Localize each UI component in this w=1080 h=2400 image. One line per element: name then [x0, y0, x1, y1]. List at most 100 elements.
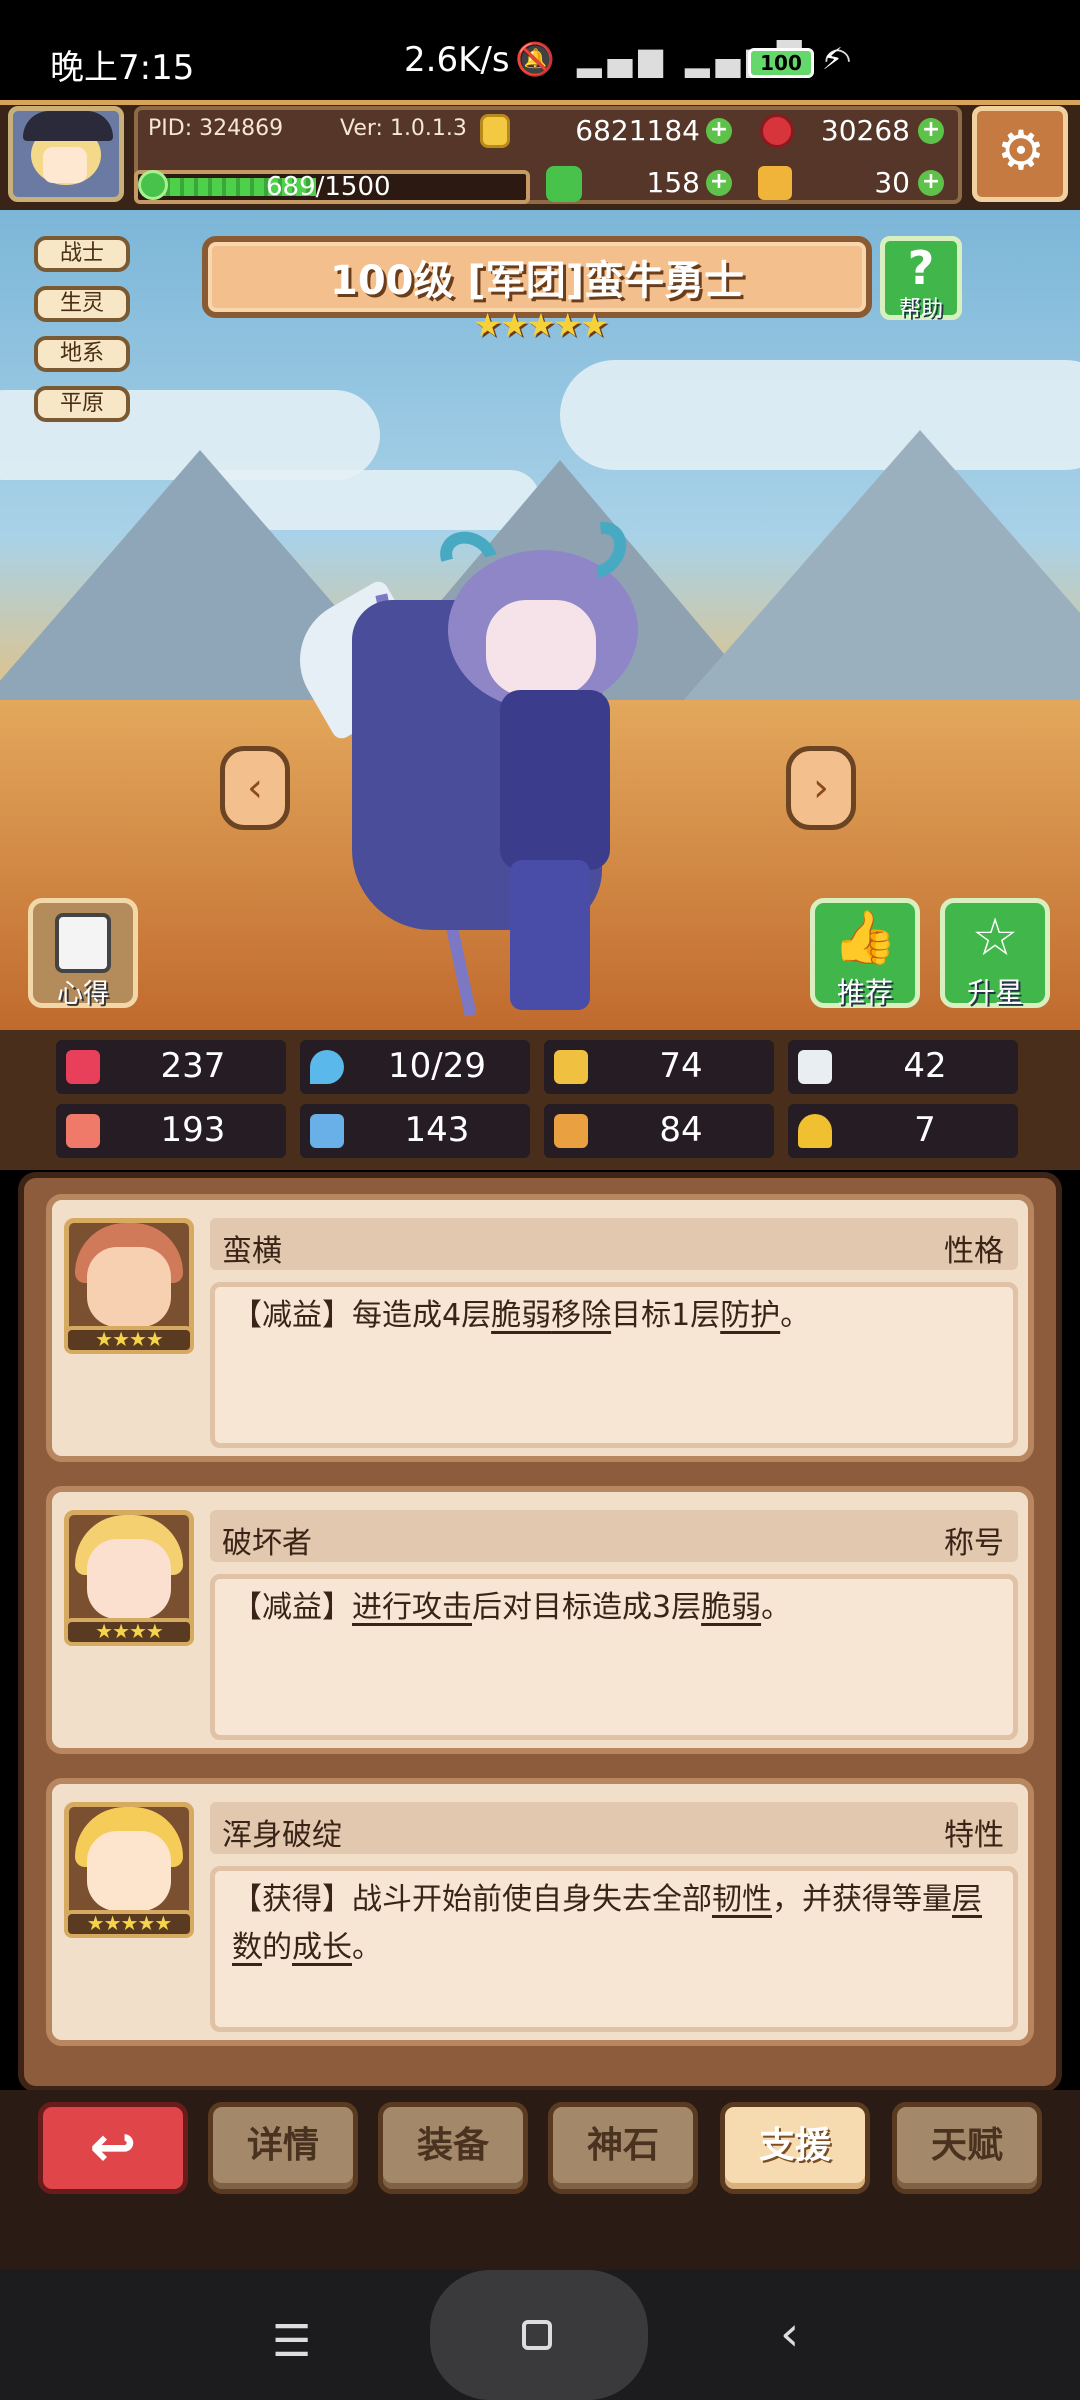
- battery-icon: 100: [748, 48, 814, 78]
- keyword-link[interactable]: 防护: [720, 1298, 780, 1333]
- charging-icon: ⚡: [822, 42, 844, 77]
- add-clover-button[interactable]: +: [706, 170, 732, 196]
- stat-value: 7: [914, 1110, 936, 1150]
- support-type: 称号: [944, 1526, 1004, 1561]
- stat-value: 237: [160, 1046, 226, 1086]
- add-gold-button[interactable]: +: [706, 118, 732, 144]
- support-stars: ★★★★★: [64, 1910, 194, 1938]
- gold-amount: 6821184: [575, 114, 700, 147]
- help-button[interactable]: ? 帮助: [880, 236, 962, 322]
- tab-details[interactable]: 详情: [208, 2102, 358, 2194]
- notebook-icon: [55, 913, 111, 973]
- gold-coin-icon: [480, 114, 510, 148]
- player-id: PID: 324869: [148, 116, 284, 141]
- keyword-link[interactable]: 成长: [292, 1930, 352, 1965]
- recommend-label: 推荐: [836, 976, 893, 1009]
- stat-value: 84: [659, 1110, 703, 1150]
- add-gems-button[interactable]: +: [918, 118, 944, 144]
- drop-icon: [310, 1050, 344, 1084]
- gem-amount: 30268: [820, 114, 910, 147]
- hero-face: [486, 600, 596, 696]
- tab-godstone[interactable]: 神石: [548, 2102, 698, 2194]
- tab-talent[interactable]: 天赋: [892, 2102, 1042, 2194]
- keyword-link[interactable]: 脆弱: [701, 1590, 761, 1625]
- stat-value: 74: [659, 1046, 703, 1086]
- tag-class: 战士: [34, 236, 130, 272]
- portrait-face: [87, 1247, 171, 1327]
- add-keys-button[interactable]: +: [918, 170, 944, 196]
- stat-value: 143: [404, 1110, 470, 1150]
- support-type: 性格: [944, 1234, 1004, 1269]
- wing-icon: [798, 1050, 832, 1084]
- experience-text: 689/1500: [266, 172, 391, 202]
- clover-amount: 158: [646, 166, 700, 199]
- book-icon: [310, 1114, 344, 1148]
- support-description: 【减益】每造成4层脆弱移除目标1层防护。: [232, 1298, 811, 1333]
- ruby-gem-icon: [760, 114, 794, 148]
- avatar-face: [43, 147, 87, 183]
- horseshoe-icon: [798, 1114, 832, 1148]
- settings-button[interactable]: ⚙: [972, 106, 1068, 202]
- thumbs-up-icon: 👍: [832, 908, 898, 968]
- portrait-face: [87, 1539, 171, 1619]
- notes-label: 心得: [56, 979, 109, 1009]
- stat-value: 10/29: [388, 1046, 486, 1086]
- chevron-right-icon: ›: [813, 765, 829, 811]
- status-time: 晚上7:15: [50, 48, 195, 88]
- keyword-link[interactable]: 脆弱: [491, 1298, 551, 1333]
- help-label: 帮助: [898, 297, 943, 322]
- player-avatar[interactable]: [8, 106, 124, 202]
- stat-luck: 7: [788, 1104, 1018, 1158]
- keyword-link[interactable]: 进行攻击: [352, 1590, 472, 1625]
- key-icon: [758, 166, 792, 200]
- stat-mana: 10/29: [300, 1040, 530, 1094]
- support-description: 【获得】战斗开始前使自身失去全部韧性，并获得等量层数的成长。: [232, 1882, 982, 1965]
- keyword-link[interactable]: 移除: [551, 1298, 611, 1333]
- boot-icon: [554, 1114, 588, 1148]
- avatar-hat: [23, 111, 113, 141]
- shield-icon: [554, 1050, 588, 1084]
- star-icon: ☆: [971, 908, 1019, 968]
- support-name: 破坏者: [222, 1526, 312, 1561]
- key-amount: 30: [874, 166, 910, 199]
- stat-value: 193: [160, 1110, 226, 1150]
- support-stars: ★★★★: [64, 1326, 194, 1354]
- stat-agility: 84: [544, 1104, 774, 1158]
- menu-icon[interactable]: ☰: [272, 2316, 311, 2367]
- tag-race: 生灵: [34, 286, 130, 322]
- status-bar: 晚上7:15 2.6K/s 🔕 ▂▄▆ ▂▄▆█ ◠ 100 ⚡: [0, 0, 1080, 100]
- tag-element: 地系: [34, 336, 130, 372]
- prev-hero-button[interactable]: ‹: [220, 746, 290, 830]
- notes-button[interactable]: 心得: [28, 898, 138, 1009]
- chevron-left-icon: ‹: [247, 765, 263, 811]
- back-arrow-icon: ↩: [89, 2115, 137, 2180]
- next-hero-button[interactable]: ›: [786, 746, 856, 830]
- star-up-button[interactable]: ☆ 升星: [940, 898, 1050, 1009]
- keyword-link[interactable]: 韧性: [712, 1882, 772, 1917]
- home-button[interactable]: [430, 2270, 648, 2400]
- support-name: 蛮横: [222, 1234, 282, 1269]
- tab-equipment[interactable]: 装备: [378, 2102, 528, 2194]
- heart-icon: [66, 1050, 100, 1084]
- tab-support[interactable]: 支援: [720, 2102, 870, 2194]
- support-type: 特性: [944, 1818, 1004, 1853]
- fist-icon: [66, 1114, 100, 1148]
- back-button[interactable]: ↩: [38, 2102, 188, 2194]
- home-icon: [522, 2320, 552, 2350]
- stat-magic: 143: [300, 1104, 530, 1158]
- support-description: 【减益】进行攻击后对目标造成3层脆弱。: [232, 1590, 792, 1625]
- stat-value: 42: [903, 1046, 947, 1086]
- hero-title: 100级 [军团]蛮牛勇士: [330, 258, 744, 304]
- hero-legs: [510, 860, 590, 1010]
- support-stars: ★★★★: [64, 1618, 194, 1646]
- clover-xp-icon: [138, 170, 168, 200]
- nav-back-icon[interactable]: ‹: [780, 2306, 799, 2362]
- tag-terrain: 平原: [34, 386, 130, 422]
- star-up-label: 升星: [966, 976, 1023, 1009]
- portrait-face: [87, 1831, 171, 1911]
- recommend-button[interactable]: 👍 推荐: [810, 898, 920, 1009]
- hero-star-rating: ★★★★★: [473, 306, 608, 344]
- hero-body: [500, 690, 610, 870]
- version-label: Ver: 1.0.1.3: [340, 116, 467, 141]
- stat-attack: 193: [56, 1104, 286, 1158]
